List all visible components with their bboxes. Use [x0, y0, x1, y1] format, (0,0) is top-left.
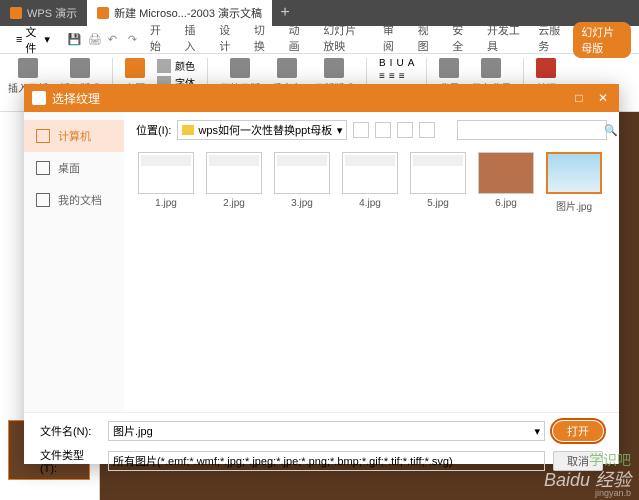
color-button[interactable]: 颜色	[157, 58, 195, 73]
file-thumbnail	[546, 152, 602, 194]
chevron-down-icon: ▾	[337, 124, 343, 137]
wps-icon	[10, 7, 22, 19]
sidebar-item-documents[interactable]: 我的文档	[24, 184, 124, 216]
file-thumbnail	[410, 152, 466, 194]
close-icon	[536, 58, 556, 78]
italic-icon[interactable]: I	[390, 58, 393, 69]
close-icon[interactable]: ✕	[595, 90, 611, 106]
location-dropdown[interactable]: wps如何一次性替换ppt母板 ▾	[177, 120, 347, 140]
file-item[interactable]: 4.jpg	[340, 152, 400, 213]
underline-icon[interactable]: U	[396, 58, 403, 69]
documents-icon	[36, 193, 50, 207]
app-tab-wps[interactable]: WPS 演示	[0, 0, 87, 26]
tab-animation[interactable]: 动画	[281, 22, 314, 58]
dialog-title-text: 选择纹理	[52, 90, 100, 107]
tab-label: WPS 演示	[27, 5, 77, 21]
tab-cloud[interactable]: 云服务	[530, 22, 571, 58]
tab-review[interactable]: 审阅	[375, 22, 408, 58]
number-icon[interactable]: ≡	[389, 71, 395, 82]
file-item[interactable]: 2.jpg	[204, 152, 264, 213]
search-input[interactable]	[462, 124, 604, 136]
tab-start[interactable]: 开始	[142, 22, 175, 58]
search-box[interactable]: 🔍	[457, 120, 607, 140]
tab-insert[interactable]: 插入	[177, 22, 210, 58]
undo-icon[interactable]: ↶	[108, 33, 122, 47]
watermark-url: jingyan.b	[595, 488, 631, 498]
sidebar-item-desktop[interactable]: 桌面	[24, 152, 124, 184]
tab-view[interactable]: 视图	[410, 22, 443, 58]
folder-icon	[182, 125, 194, 135]
tab-slideshow[interactable]: 幻灯片放映	[315, 22, 373, 58]
file-dialog: 选择纹理 □ ✕ 计算机 桌面 我的文档 位置(I):	[24, 84, 619, 464]
dialog-icon	[32, 91, 46, 105]
filename-input[interactable]: 图片.jpg▾	[108, 421, 545, 441]
indent-icon[interactable]: ≡	[399, 71, 405, 82]
file-menu[interactable]: ≡ 文件 ▾	[8, 24, 58, 56]
insert-layout-icon	[70, 58, 90, 78]
bullet-icon[interactable]: ≡	[379, 71, 385, 82]
palette-icon	[157, 59, 171, 73]
file-item[interactable]: 6.jpg	[476, 152, 536, 213]
chevron-down-icon: ▾	[534, 425, 540, 438]
new-folder-icon[interactable]	[397, 122, 413, 138]
dialog-main: 位置(I): wps如何一次性替换ppt母板 ▾ 🔍	[124, 112, 619, 412]
doc-icon	[97, 7, 109, 19]
dialog-body: 计算机 桌面 我的文档 位置(I): wps如何一次性替换ppt母板 ▾	[24, 112, 619, 412]
sidebar-item-computer[interactable]: 计算机	[24, 120, 124, 152]
file-item[interactable]: 5.jpg	[408, 152, 468, 213]
dialog-window-controls: □ ✕	[571, 90, 611, 106]
file-thumbnail	[138, 152, 194, 194]
location-tools	[353, 122, 435, 138]
lock-icon	[230, 58, 250, 78]
file-thumbnail	[274, 152, 330, 194]
computer-icon	[36, 129, 50, 143]
layout-icon	[324, 58, 344, 78]
tab-developer[interactable]: 开发工具	[479, 22, 528, 58]
save-icon[interactable]: 💾	[68, 33, 82, 47]
file-item-selected[interactable]: 图片.jpg	[544, 152, 604, 213]
file-thumbnail	[206, 152, 262, 194]
tab-master-mode[interactable]: 幻灯片母版	[573, 22, 631, 58]
location-bar: 位置(I): wps如何一次性替换ppt母板 ▾ 🔍	[136, 120, 607, 140]
redo-icon[interactable]: ↷	[128, 33, 142, 47]
background-icon	[439, 58, 459, 78]
filename-label: 文件名(N):	[40, 423, 100, 439]
file-thumbnail	[342, 152, 398, 194]
bold-icon[interactable]: B	[379, 58, 386, 69]
tab-transition[interactable]: 切换	[246, 22, 279, 58]
text-color-icon[interactable]: A	[408, 58, 415, 69]
filetype-dropdown[interactable]: 所有图片(*.emf;*.wmf;*.jpg;*.jpeg;*.jpe;*.pn…	[108, 451, 545, 471]
file-item[interactable]: 3.jpg	[272, 152, 332, 213]
insert-master-icon	[18, 58, 38, 78]
up-icon[interactable]	[375, 122, 391, 138]
file-thumbnail	[478, 152, 534, 194]
save-bg-icon	[481, 58, 501, 78]
ribbon-tabs: 开始 插入 设计 切换 动画 幻灯片放映 审阅 视图 安全 开发工具 云服务 幻…	[142, 22, 631, 58]
file-grid: 1.jpg 2.jpg 3.jpg 4.jpg 5.jpg 6.jpg 图片.j…	[136, 152, 607, 213]
file-item[interactable]: 1.jpg	[136, 152, 196, 213]
print-icon[interactable]: 🖨	[88, 33, 102, 47]
rename-icon	[277, 58, 297, 78]
tab-design[interactable]: 设计	[211, 22, 244, 58]
search-icon[interactable]: 🔍	[604, 124, 618, 137]
view-icon[interactable]	[419, 122, 435, 138]
open-button[interactable]: 打开	[553, 421, 603, 441]
menubar: ≡ 文件 ▾ 💾 🖨 ↶ ↷ 开始 插入 设计 切换 动画 幻灯片放映 审阅 视…	[0, 26, 639, 54]
desktop-icon	[36, 161, 50, 175]
filetype-label: 文件类型(T):	[40, 447, 100, 475]
maximize-icon[interactable]: □	[571, 90, 587, 106]
dialog-sidebar: 计算机 桌面 我的文档	[24, 112, 124, 412]
add-tab-button[interactable]: +	[272, 4, 298, 22]
quick-access-toolbar: 💾 🖨 ↶ ↷	[68, 33, 142, 47]
dialog-titlebar[interactable]: 选择纹理 □ ✕	[24, 84, 619, 112]
tab-security[interactable]: 安全	[444, 22, 477, 58]
tab-label: 新建 Microso...-2003 演示文稿	[114, 5, 262, 21]
theme-icon	[125, 58, 145, 78]
location-label: 位置(I):	[136, 122, 171, 138]
back-icon[interactable]	[353, 122, 369, 138]
dialog-footer: 文件名(N): 图片.jpg▾ 打开 文件类型(T): 所有图片(*.emf;*…	[24, 412, 619, 489]
